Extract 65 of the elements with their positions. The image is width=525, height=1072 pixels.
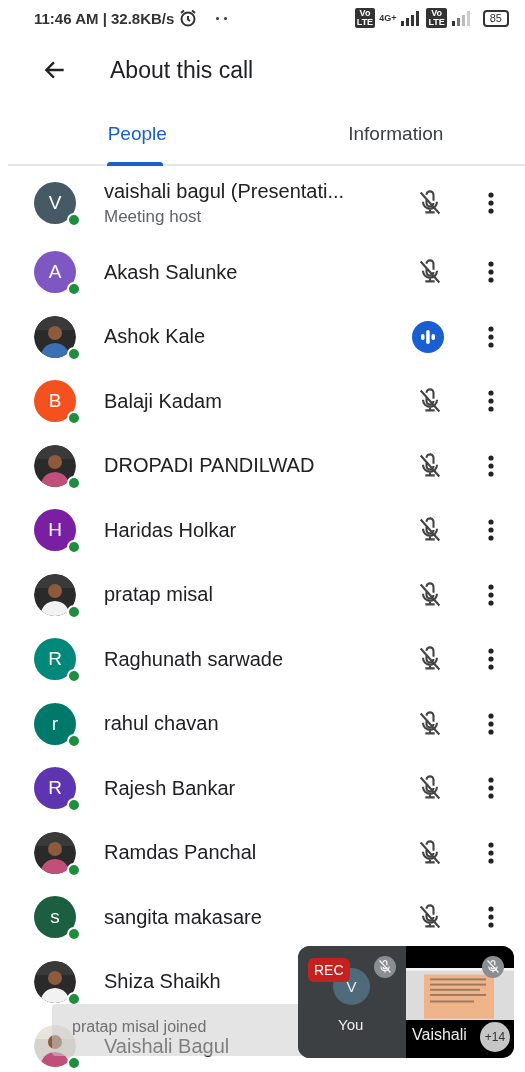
more-options-icon[interactable] xyxy=(488,906,494,929)
online-dot xyxy=(67,604,81,619)
avatar: A xyxy=(34,251,76,294)
signal-icon xyxy=(450,10,473,26)
avatar: s xyxy=(34,896,76,939)
online-dot xyxy=(67,475,81,490)
online-dot xyxy=(67,733,81,748)
avatar: V xyxy=(34,182,76,224)
participant-name: Vaishali Bagul xyxy=(104,1034,230,1058)
participant-name: Balaji Kadam xyxy=(104,389,222,413)
more-options-icon[interactable] xyxy=(488,454,494,477)
page-title: About this call xyxy=(110,56,254,84)
more-options-icon[interactable] xyxy=(488,192,494,214)
participant-name: Akash Salunke xyxy=(104,260,238,284)
participant-name: Ashok Kale xyxy=(104,325,206,349)
avatar: B xyxy=(34,380,76,423)
participant-name: vaishali bagul (Presentati... xyxy=(104,179,345,203)
floating-call-tiles[interactable]: V REC You Vaishali +14 xyxy=(298,946,514,1058)
participant-name: Raghunath sarwade xyxy=(104,647,283,671)
participant-name: Haridas Holkar xyxy=(104,518,237,542)
tab[interactable]: Information xyxy=(266,104,525,164)
more-options-icon[interactable] xyxy=(488,841,494,864)
participant-name: pratap misal xyxy=(104,583,213,607)
online-dot xyxy=(67,991,81,1006)
more-options-icon[interactable] xyxy=(488,261,494,284)
participant-name: Shiza Shaikh xyxy=(104,970,221,994)
more-options-icon[interactable] xyxy=(488,583,494,606)
volte-badge: Vo LTE xyxy=(426,8,447,28)
mic-off-icon xyxy=(482,956,504,978)
participant-name: sangita makasare xyxy=(104,905,262,929)
avatar: H xyxy=(34,509,76,552)
participant-name: Rajesh Bankar xyxy=(104,776,236,800)
online-dot xyxy=(67,927,81,942)
participant-name: rahul chavan xyxy=(104,712,219,736)
more-options-icon[interactable] xyxy=(488,712,494,735)
more-participants-badge: +14 xyxy=(480,1022,510,1052)
more-options-icon[interactable] xyxy=(488,390,494,413)
online-dot xyxy=(67,411,81,426)
participant-name: DROPADI PANDILWAD xyxy=(104,454,315,478)
participant-name: Ramdas Panchal xyxy=(104,841,257,865)
online-dot xyxy=(67,540,81,555)
self-label: You xyxy=(338,1016,364,1033)
online-dot xyxy=(67,862,81,877)
online-dot xyxy=(67,669,81,684)
recording-badge: REC xyxy=(308,958,350,982)
presenter-label: Vaishali xyxy=(412,1026,467,1044)
status-time: 11:46 AM | 32.8KB/s xyxy=(34,9,175,27)
avatar: R xyxy=(34,767,76,810)
more-options-icon[interactable] xyxy=(488,519,494,542)
more-options-icon[interactable] xyxy=(488,325,494,348)
tab[interactable]: People xyxy=(8,104,267,164)
avatar: r xyxy=(34,702,76,745)
online-dot xyxy=(67,282,81,297)
participant-role: Meeting host xyxy=(104,206,202,227)
online-dot xyxy=(67,346,81,361)
volte-badge: Vo LTE xyxy=(354,8,376,28)
network-type: 4G+ xyxy=(379,13,397,23)
more-options-icon[interactable] xyxy=(488,777,494,800)
more-options-icon[interactable] xyxy=(488,648,494,671)
online-dot xyxy=(67,798,81,813)
mic-off-icon xyxy=(374,956,396,978)
avatar: R xyxy=(34,638,76,681)
online-dot xyxy=(67,213,81,227)
notification-dots-icon xyxy=(216,16,228,20)
battery-indicator: 85 xyxy=(482,9,509,27)
